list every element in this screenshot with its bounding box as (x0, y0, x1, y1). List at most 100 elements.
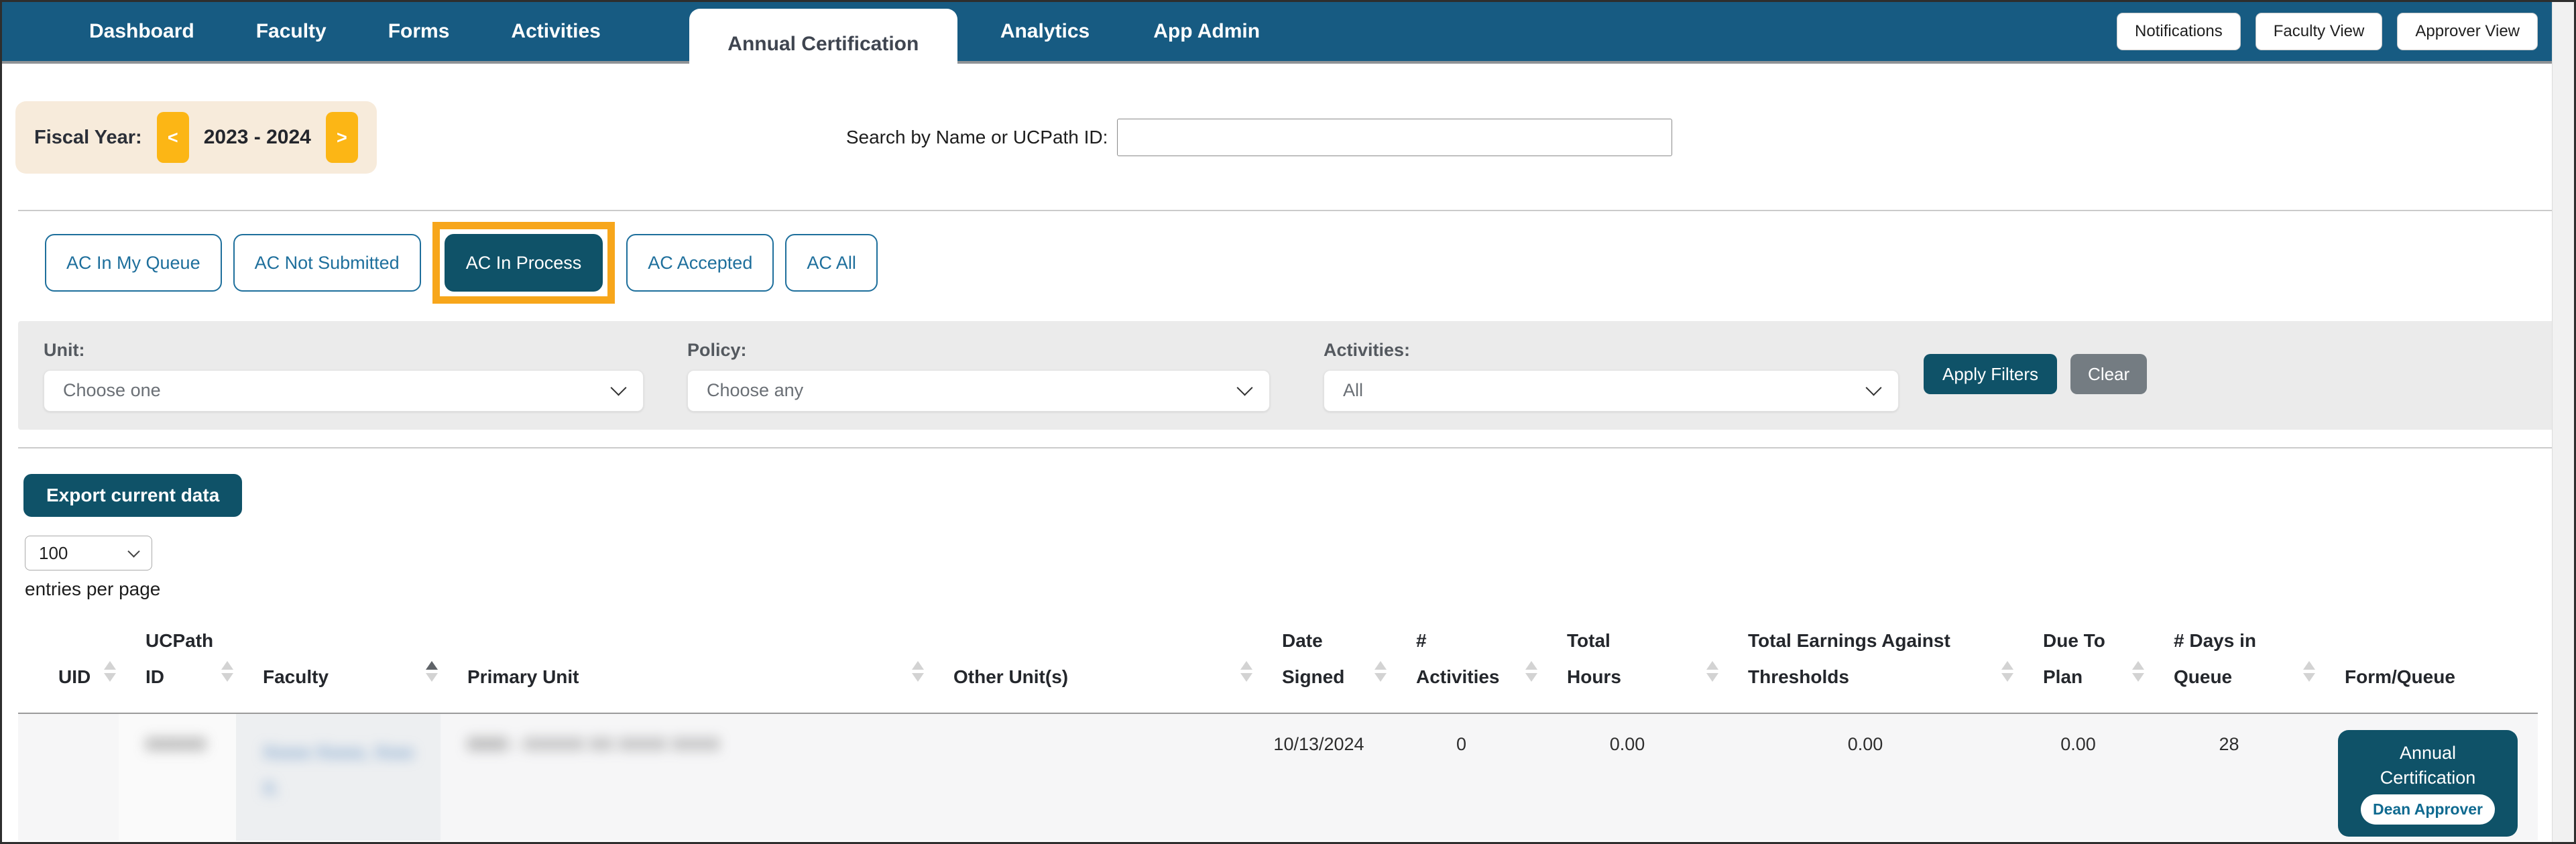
divider-top (18, 210, 2558, 211)
col-header-uid[interactable]: UID (18, 623, 119, 713)
faculty-link-redacted[interactable]: Xxxxx Xxxxx, Xxxx (263, 742, 414, 762)
col-header-form-queue: Form/Queue (2318, 623, 2538, 713)
sort-icon[interactable] (2001, 661, 2013, 682)
sort-icon[interactable] (221, 661, 233, 682)
cell-other-units (927, 713, 1255, 841)
tab-ac-all[interactable]: AC All (785, 234, 878, 292)
fiscal-year-selector: Fiscal Year: < 2023 - 2024 > (15, 101, 377, 174)
page-size-value: 100 (39, 543, 68, 564)
ac-in-process-table: UID UCPath ID Faculty Primary Unit (18, 623, 2538, 841)
nav-item-activities[interactable]: Activities (511, 20, 600, 43)
sort-icon[interactable] (2132, 661, 2144, 682)
cell-date-signed: 10/13/2024 (1255, 713, 1389, 841)
col-header-num-activities[interactable]: # Activities (1389, 623, 1540, 713)
navbar-actions: Notifications Faculty View Approver View (2117, 13, 2538, 50)
unit-select[interactable]: Choose one (44, 370, 644, 412)
col-header-date-signed[interactable]: Date Signed (1255, 623, 1389, 713)
search-group: Search by Name or UCPath ID: (846, 119, 1673, 156)
unit-select-value: Choose one (63, 380, 161, 401)
tab-ac-not-submitted[interactable]: AC Not Submitted (233, 234, 421, 292)
sort-icon[interactable] (1240, 661, 1252, 682)
cell-days-in-queue: 28 (2147, 713, 2318, 841)
filters-panel: Unit: Choose one Policy: Choose any Acti… (18, 321, 2561, 430)
sort-icon[interactable] (1374, 661, 1387, 682)
cell-primary-unit-redacted: 0000 - XXXXX XX XXXX XXXX (441, 713, 927, 841)
col-header-primary-unit[interactable]: Primary Unit (441, 623, 927, 713)
export-current-data-button[interactable]: Export current data (23, 474, 242, 517)
search-label: Search by Name or UCPath ID: (846, 127, 1108, 148)
nav-item-forms[interactable]: Forms (388, 20, 450, 43)
sort-icon-active-asc[interactable] (426, 661, 438, 682)
sort-icon[interactable] (2303, 661, 2315, 682)
cell-num-activities: 0 (1389, 713, 1540, 841)
activities-filter-group: Activities: All (1324, 340, 1899, 412)
sort-icon[interactable] (912, 661, 924, 682)
apply-filters-button[interactable]: Apply Filters (1924, 354, 2057, 394)
queue-tabs-row: AC In My Queue AC Not Submitted AC In Pr… (45, 222, 2574, 304)
chevron-down-icon (127, 545, 139, 557)
activities-select-value: All (1343, 380, 1363, 401)
tab-ac-in-my-queue[interactable]: AC In My Queue (45, 234, 222, 292)
dean-approver-badge: Dean Approver (2361, 794, 2495, 825)
nav-tab-annual-certification-active[interactable]: Annual Certification (689, 9, 957, 80)
fiscal-search-row: Fiscal Year: < 2023 - 2024 > Search by N… (15, 101, 2574, 174)
entries-per-page-label: entries per page (25, 579, 2574, 600)
faculty-view-button[interactable]: Faculty View (2256, 13, 2383, 50)
cell-due-to-plan: 0.00 (2016, 713, 2147, 841)
activities-select[interactable]: All (1324, 370, 1899, 412)
clear-filters-button[interactable]: Clear (2070, 354, 2147, 394)
cell-form-queue: Annual Certification Dean Approver (2318, 713, 2538, 841)
notifications-button[interactable]: Notifications (2117, 13, 2241, 50)
col-header-other-units[interactable]: Other Unit(s) (927, 623, 1255, 713)
sort-icon[interactable] (1706, 661, 1718, 682)
top-navbar: Dashboard Faculty Forms Activities Annua… (2, 2, 2553, 64)
tab-ac-accepted[interactable]: AC Accepted (626, 234, 774, 292)
filter-buttons: Apply Filters Clear (1924, 354, 2147, 394)
nav-item-dashboard[interactable]: Dashboard (89, 20, 194, 43)
col-header-due-to-plan[interactable]: Due To Plan (2016, 623, 2147, 713)
approver-view-button[interactable]: Approver View (2397, 13, 2538, 50)
policy-label: Policy: (687, 340, 1270, 361)
cell-uid (18, 713, 119, 841)
page-size-select[interactable]: 100 (25, 536, 152, 570)
activities-label: Activities: (1324, 340, 1899, 361)
col-header-days-in-queue[interactable]: # Days in Queue (2147, 623, 2318, 713)
cell-faculty-redacted: Xxxxx Xxxxx, Xxxx X. (236, 713, 441, 841)
col-header-total-earnings[interactable]: Total Earnings Against Thresholds (1721, 623, 2016, 713)
nav-item-analytics[interactable]: Analytics (1000, 20, 1090, 43)
table-row: 000000 Xxxxx Xxxxx, Xxxx X. 0000 - XXXXX… (18, 713, 2538, 841)
nav-item-faculty[interactable]: Faculty (256, 20, 327, 43)
chevron-down-icon (610, 379, 626, 396)
redacted-text: 0000 - XXXXX XX XXXX XXXX (467, 734, 720, 754)
fiscal-year-next-button[interactable]: > (326, 112, 358, 163)
fiscal-year-value: 2023 - 2024 (204, 126, 311, 149)
cell-total-hours: 0.00 (1540, 713, 1721, 841)
divider-bottom (18, 447, 2558, 448)
policy-select-value: Choose any (707, 380, 803, 401)
annual-certification-button[interactable]: Annual Certification Dean Approver (2338, 730, 2518, 837)
nav-item-app-admin[interactable]: App Admin (1153, 20, 1260, 43)
unit-filter-group: Unit: Choose one (44, 340, 644, 412)
app-window: Dashboard Faculty Forms Activities Annua… (0, 0, 2576, 844)
col-header-faculty[interactable]: Faculty (236, 623, 441, 713)
unit-label: Unit: (44, 340, 644, 361)
faculty-link-redacted[interactable]: X. (263, 778, 280, 798)
redacted-text: 000000 (145, 734, 206, 754)
cell-total-earnings: 0.00 (1721, 713, 2016, 841)
table-header-row: UID UCPath ID Faculty Primary Unit (18, 623, 2538, 713)
sort-icon[interactable] (104, 661, 116, 682)
chevron-down-icon (1865, 379, 1881, 396)
tab-ac-in-process-active[interactable]: AC In Process (445, 234, 603, 292)
search-input[interactable] (1117, 119, 1672, 156)
chevron-down-icon (1236, 379, 1252, 396)
policy-select[interactable]: Choose any (687, 370, 1270, 412)
col-header-total-hours[interactable]: Total Hours (1540, 623, 1721, 713)
highlight-box: AC In Process (432, 222, 616, 304)
fiscal-year-prev-button[interactable]: < (157, 112, 189, 163)
sort-icon[interactable] (1525, 661, 1537, 682)
cell-ucpath-id-redacted: 000000 (119, 713, 236, 841)
vertical-scrollbar[interactable] (2552, 2, 2574, 842)
policy-filter-group: Policy: Choose any (687, 340, 1270, 412)
fiscal-year-label: Fiscal Year: (34, 127, 142, 149)
col-header-ucpath-id[interactable]: UCPath ID (119, 623, 236, 713)
